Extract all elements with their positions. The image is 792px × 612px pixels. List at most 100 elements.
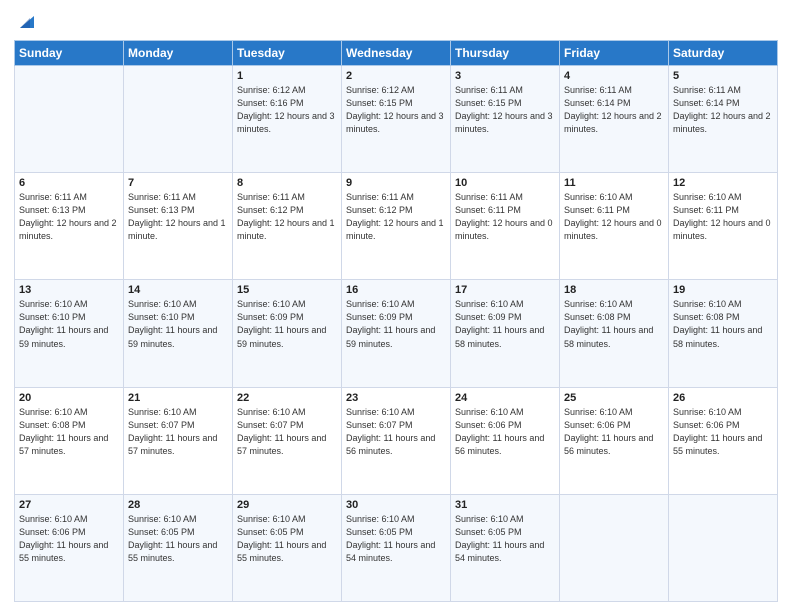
calendar-cell: 8 Sunrise: 6:11 AMSunset: 6:12 PMDaylight… [233, 173, 342, 280]
calendar-cell: 19 Sunrise: 6:10 AMSunset: 6:08 PMDayligh… [669, 280, 778, 387]
weekday-header-tuesday: Tuesday [233, 41, 342, 66]
day-number: 4 [564, 70, 664, 82]
day-number: 24 [455, 392, 555, 404]
calendar-cell: 11 Sunrise: 6:10 AMSunset: 6:11 PMDayligh… [560, 173, 669, 280]
page: SundayMondayTuesdayWednesdayThursdayFrid… [0, 0, 792, 612]
day-number: 23 [346, 392, 446, 404]
day-number: 13 [19, 284, 119, 296]
calendar-cell: 7 Sunrise: 6:11 AMSunset: 6:13 PMDaylight… [124, 173, 233, 280]
calendar-cell: 21 Sunrise: 6:10 AMSunset: 6:07 PMDayligh… [124, 387, 233, 494]
day-number: 10 [455, 177, 555, 189]
day-info: Sunrise: 6:10 AMSunset: 6:08 PMDaylight:… [673, 298, 773, 350]
calendar-cell: 5 Sunrise: 6:11 AMSunset: 6:14 PMDaylight… [669, 66, 778, 173]
day-info: Sunrise: 6:10 AMSunset: 6:11 PMDaylight:… [673, 191, 773, 243]
calendar-cell [124, 66, 233, 173]
calendar-cell: 22 Sunrise: 6:10 AMSunset: 6:07 PMDayligh… [233, 387, 342, 494]
day-number: 9 [346, 177, 446, 189]
day-info: Sunrise: 6:10 AMSunset: 6:09 PMDaylight:… [237, 298, 337, 350]
day-info: Sunrise: 6:10 AMSunset: 6:05 PMDaylight:… [346, 513, 446, 565]
day-info: Sunrise: 6:10 AMSunset: 6:06 PMDaylight:… [455, 406, 555, 458]
calendar-cell: 24 Sunrise: 6:10 AMSunset: 6:06 PMDayligh… [451, 387, 560, 494]
day-number: 26 [673, 392, 773, 404]
weekday-header-friday: Friday [560, 41, 669, 66]
day-info: Sunrise: 6:10 AMSunset: 6:05 PMDaylight:… [455, 513, 555, 565]
day-number: 29 [237, 499, 337, 511]
day-info: Sunrise: 6:10 AMSunset: 6:08 PMDaylight:… [19, 406, 119, 458]
day-number: 6 [19, 177, 119, 189]
day-info: Sunrise: 6:10 AMSunset: 6:08 PMDaylight:… [564, 298, 664, 350]
day-info: Sunrise: 6:10 AMSunset: 6:07 PMDaylight:… [128, 406, 228, 458]
calendar-cell: 17 Sunrise: 6:10 AMSunset: 6:09 PMDayligh… [451, 280, 560, 387]
calendar-cell: 30 Sunrise: 6:10 AMSunset: 6:05 PMDayligh… [342, 494, 451, 601]
calendar-cell: 25 Sunrise: 6:10 AMSunset: 6:06 PMDayligh… [560, 387, 669, 494]
day-number: 2 [346, 70, 446, 82]
calendar-cell: 31 Sunrise: 6:10 AMSunset: 6:05 PMDayligh… [451, 494, 560, 601]
calendar-cell: 28 Sunrise: 6:10 AMSunset: 6:05 PMDayligh… [124, 494, 233, 601]
day-number: 18 [564, 284, 664, 296]
weekday-header-monday: Monday [124, 41, 233, 66]
day-info: Sunrise: 6:10 AMSunset: 6:10 PMDaylight:… [128, 298, 228, 350]
weekday-header-thursday: Thursday [451, 41, 560, 66]
day-number: 27 [19, 499, 119, 511]
day-number: 11 [564, 177, 664, 189]
day-number: 28 [128, 499, 228, 511]
day-number: 22 [237, 392, 337, 404]
day-info: Sunrise: 6:12 AMSunset: 6:16 PMDaylight:… [237, 84, 337, 136]
day-number: 16 [346, 284, 446, 296]
day-info: Sunrise: 6:10 AMSunset: 6:06 PMDaylight:… [564, 406, 664, 458]
calendar-table: SundayMondayTuesdayWednesdayThursdayFrid… [14, 40, 778, 602]
calendar-cell: 18 Sunrise: 6:10 AMSunset: 6:08 PMDayligh… [560, 280, 669, 387]
day-info: Sunrise: 6:10 AMSunset: 6:07 PMDaylight:… [237, 406, 337, 458]
calendar-cell: 29 Sunrise: 6:10 AMSunset: 6:05 PMDayligh… [233, 494, 342, 601]
day-info: Sunrise: 6:11 AMSunset: 6:13 PMDaylight:… [128, 191, 228, 243]
calendar-cell: 9 Sunrise: 6:11 AMSunset: 6:12 PMDaylight… [342, 173, 451, 280]
calendar-cell [560, 494, 669, 601]
day-info: Sunrise: 6:10 AMSunset: 6:10 PMDaylight:… [19, 298, 119, 350]
day-info: Sunrise: 6:10 AMSunset: 6:05 PMDaylight:… [128, 513, 228, 565]
week-row-3: 13 Sunrise: 6:10 AMSunset: 6:10 PMDayligh… [15, 280, 778, 387]
day-info: Sunrise: 6:12 AMSunset: 6:15 PMDaylight:… [346, 84, 446, 136]
day-info: Sunrise: 6:10 AMSunset: 6:06 PMDaylight:… [673, 406, 773, 458]
day-info: Sunrise: 6:10 AMSunset: 6:11 PMDaylight:… [564, 191, 664, 243]
week-row-4: 20Sunrise: 6:10 AMSunset: 6:08 PMDayligh… [15, 387, 778, 494]
calendar-cell: 27 Sunrise: 6:10 AMSunset: 6:06 PMDayligh… [15, 494, 124, 601]
calendar-cell: 14 Sunrise: 6:10 AMSunset: 6:10 PMDayligh… [124, 280, 233, 387]
day-number: 14 [128, 284, 228, 296]
calendar-cell: 23Sunrise: 6:10 AMSunset: 6:07 PMDayligh… [342, 387, 451, 494]
day-info: Sunrise: 6:11 AMSunset: 6:13 PMDaylight:… [19, 191, 119, 243]
day-number: 31 [455, 499, 555, 511]
day-info: Sunrise: 6:10 AMSunset: 6:09 PMDaylight:… [455, 298, 555, 350]
day-number: 7 [128, 177, 228, 189]
day-number: 19 [673, 284, 773, 296]
calendar-cell: 3Sunrise: 6:11 AMSunset: 6:15 PMDaylight… [451, 66, 560, 173]
calendar-cell: 12 Sunrise: 6:10 AMSunset: 6:11 PMDayligh… [669, 173, 778, 280]
calendar-cell: 13 Sunrise: 6:10 AMSunset: 6:10 PMDayligh… [15, 280, 124, 387]
day-number: 25 [564, 392, 664, 404]
day-number: 12 [673, 177, 773, 189]
week-row-1: 1 Sunrise: 6:12 AMSunset: 6:16 PMDaylight… [15, 66, 778, 173]
day-info: Sunrise: 6:11 AMSunset: 6:12 PMDaylight:… [346, 191, 446, 243]
calendar-cell: 26 Sunrise: 6:10 AMSunset: 6:06 PMDayligh… [669, 387, 778, 494]
day-number: 30 [346, 499, 446, 511]
calendar-cell: 2 Sunrise: 6:12 AMSunset: 6:15 PMDaylight… [342, 66, 451, 173]
day-info: Sunrise: 6:11 AMSunset: 6:12 PMDaylight:… [237, 191, 337, 243]
day-info: Sunrise: 6:11 AMSunset: 6:14 PMDaylight:… [673, 84, 773, 136]
day-number: 17 [455, 284, 555, 296]
day-number: 5 [673, 70, 773, 82]
weekday-header-wednesday: Wednesday [342, 41, 451, 66]
calendar-cell: 10 Sunrise: 6:11 AMSunset: 6:11 PMDayligh… [451, 173, 560, 280]
day-info: Sunrise: 6:10 AMSunset: 6:09 PMDaylight:… [346, 298, 446, 350]
day-number: 1 [237, 70, 337, 82]
day-info: Sunrise: 6:10 AMSunset: 6:06 PMDaylight:… [19, 513, 119, 565]
day-number: 3 [455, 70, 555, 82]
calendar-cell: 20Sunrise: 6:10 AMSunset: 6:08 PMDayligh… [15, 387, 124, 494]
weekday-header-sunday: Sunday [15, 41, 124, 66]
week-row-5: 27 Sunrise: 6:10 AMSunset: 6:06 PMDayligh… [15, 494, 778, 601]
day-info: Sunrise: 6:11 AMSunset: 6:11 PMDaylight:… [455, 191, 555, 243]
day-number: 21 [128, 392, 228, 404]
day-number: 8 [237, 177, 337, 189]
calendar-cell: 1 Sunrise: 6:12 AMSunset: 6:16 PMDaylight… [233, 66, 342, 173]
week-row-2: 6 Sunrise: 6:11 AMSunset: 6:13 PMDaylight… [15, 173, 778, 280]
calendar-cell [669, 494, 778, 601]
day-info: Sunrise: 6:10 AMSunset: 6:05 PMDaylight:… [237, 513, 337, 565]
